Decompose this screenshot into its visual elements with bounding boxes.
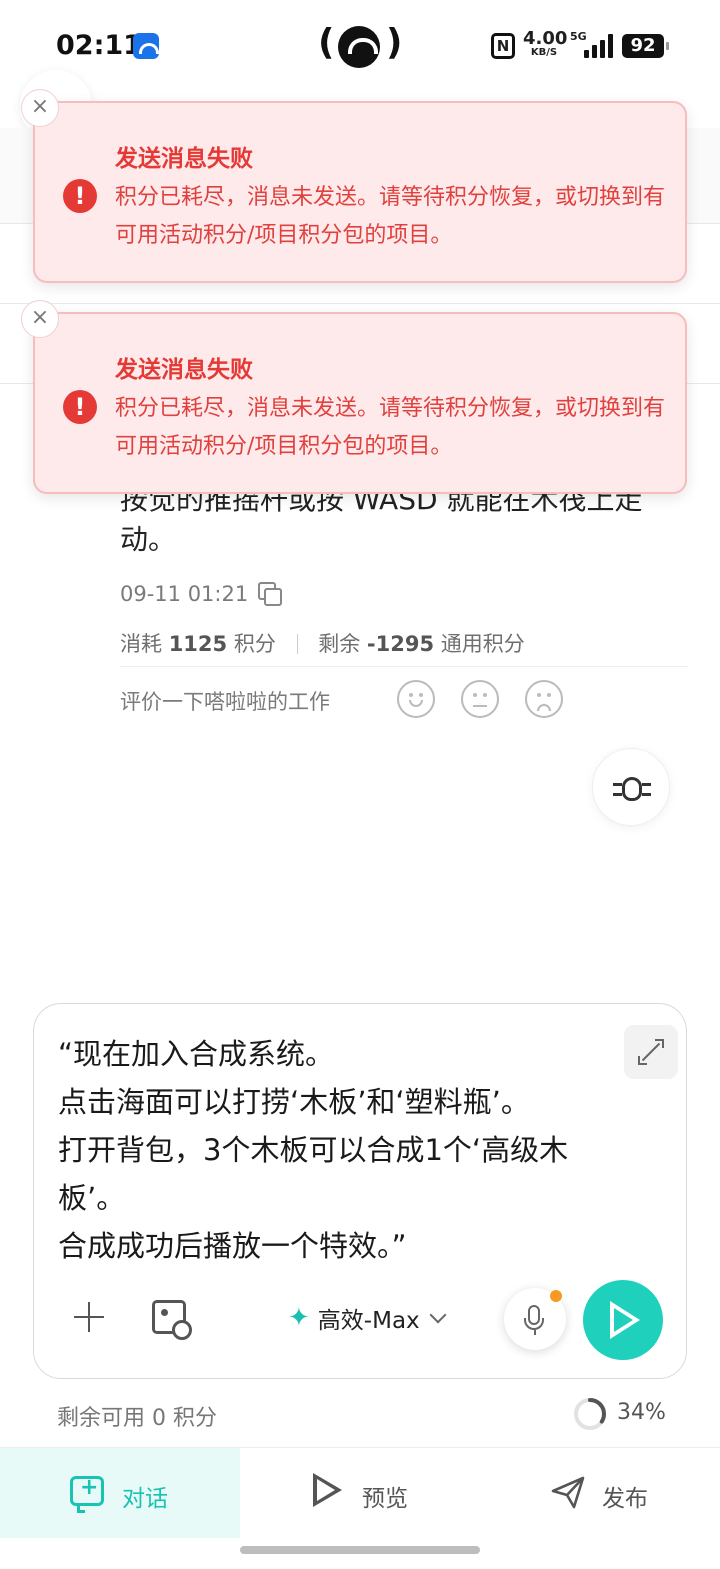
- message-text-tail: 动。: [120, 523, 177, 556]
- toast-message: 积分已耗尽，消息未发送。请等待积分恢复，或切换到有可用活动积分/项目积分包的项目…: [115, 396, 666, 459]
- expand-button[interactable]: [624, 1025, 678, 1079]
- remaining-unit: 通用积分: [440, 632, 525, 656]
- progress-ring: [574, 1398, 606, 1430]
- alert-icon: !: [63, 179, 97, 213]
- divider: [120, 666, 688, 667]
- tab-chat[interactable]: 对话: [0, 1448, 240, 1538]
- error-toast: ! 发送消息失败 积分已耗尽，消息未发送。请等待积分恢复，或切换到有可用活动积分…: [33, 101, 687, 283]
- model-label: 高效-Max: [317, 1308, 420, 1334]
- copy-icon[interactable]: [258, 582, 282, 606]
- image-settings-icon[interactable]: [152, 1300, 192, 1340]
- network-speed: 4.00 KB/S: [523, 28, 568, 58]
- status-bar: 02:11 ( ) N 4.00 KB/S 5G 92: [0, 0, 720, 92]
- usage-separator: [296, 634, 298, 654]
- send-icon: [551, 1476, 585, 1509]
- send-button[interactable]: [583, 1280, 663, 1360]
- progress-percent: 34%: [617, 1400, 666, 1425]
- app-screen: 02:11 ( ) N 4.00 KB/S 5G 92 按觉的推摇杆或按 WAS…: [0, 0, 720, 1569]
- neutral-face-icon[interactable]: [461, 680, 499, 718]
- tab-preview[interactable]: 预览: [240, 1448, 480, 1538]
- hotspot-app-icon: [133, 33, 159, 59]
- happy-face-icon[interactable]: [397, 680, 435, 718]
- hotspot-icon: ( ): [318, 22, 402, 70]
- message-composer: “现在加入合成系统。 点击海面可以打捞‘木板’和‘塑料瓶’。 打开背包，3个木板…: [33, 1003, 687, 1379]
- toast-close-icon[interactable]: ×: [21, 300, 59, 338]
- battery-indicator: 92: [622, 34, 669, 58]
- chevron-down-icon: [429, 1306, 447, 1324]
- toast-title: 发送消息失败: [115, 146, 253, 172]
- debug-button[interactable]: [592, 748, 670, 826]
- tab-label: 对话: [122, 1486, 168, 1512]
- message-usage: 消耗 1125 积分 剩余 -1295 通用积分: [120, 628, 525, 658]
- tab-label: 发布: [602, 1486, 648, 1512]
- tab-label: 预览: [362, 1486, 408, 1512]
- home-indicator[interactable]: [240, 1546, 480, 1554]
- tab-publish[interactable]: 发布: [480, 1448, 720, 1538]
- signal-icon: [584, 34, 614, 58]
- bottom-tab-bar: 对话 预览 发布: [0, 1447, 720, 1538]
- network-speed-unit: KB/S: [530, 47, 558, 58]
- remaining-value: -1295: [366, 632, 435, 656]
- remaining-credits: 剩余可用 0 积分: [57, 1406, 217, 1431]
- sad-face-icon[interactable]: [525, 680, 563, 718]
- nfc-icon: N: [491, 33, 515, 59]
- consumed-label: 消耗: [120, 632, 162, 656]
- chat-plus-icon: [70, 1475, 104, 1513]
- add-icon[interactable]: [74, 1302, 104, 1332]
- remaining-label: 剩余: [318, 632, 361, 656]
- consumed-unit: 积分: [233, 632, 276, 656]
- model-selector[interactable]: ✦ 高效-Max: [288, 1300, 447, 1336]
- toast-title: 发送消息失败: [115, 357, 253, 383]
- notification-dot: [550, 1290, 562, 1302]
- alert-icon: !: [63, 390, 97, 424]
- rate-prompt: 评价一下嗒啦啦的工作: [120, 690, 330, 714]
- error-toast: ! 发送消息失败 积分已耗尽，消息未发送。请等待积分恢复，或切换到有可用活动积分…: [33, 312, 687, 494]
- network-speed-value: 4.00: [523, 28, 568, 49]
- consumed-value: 1125: [168, 632, 228, 656]
- play-icon: [313, 1473, 342, 1507]
- sparkle-icon: ✦: [288, 1303, 310, 1333]
- message-timestamp: 09-11 01:21: [120, 582, 249, 606]
- status-time: 02:11: [56, 30, 142, 61]
- toast-close-icon[interactable]: ×: [21, 89, 59, 127]
- toast-message: 积分已耗尽，消息未发送。请等待积分恢复，或切换到有可用活动积分/项目积分包的项目…: [115, 185, 666, 248]
- composer-input[interactable]: “现在加入合成系统。 点击海面可以打捞‘木板’和‘塑料瓶’。 打开背包，3个木板…: [58, 1030, 628, 1270]
